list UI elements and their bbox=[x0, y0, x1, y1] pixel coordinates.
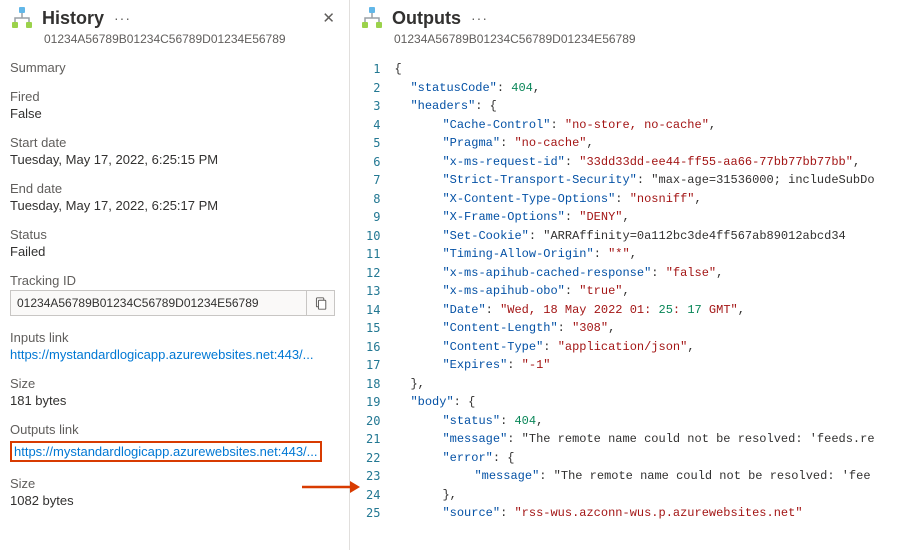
more-icon[interactable]: ··· bbox=[471, 10, 488, 26]
inputs-size-label: Size bbox=[10, 376, 335, 391]
copy-button[interactable] bbox=[306, 291, 334, 315]
end-date-label: End date bbox=[10, 181, 335, 196]
more-icon[interactable]: ··· bbox=[114, 10, 131, 26]
tracking-id-input[interactable] bbox=[11, 296, 306, 310]
inputs-link[interactable]: https://mystandardlogicapp.azurewebsites… bbox=[10, 347, 314, 362]
outputs-size-label: Size bbox=[10, 476, 335, 491]
history-run-id: 01234A56789B01234C56789D01234E56789 bbox=[44, 32, 335, 46]
status-label: Status bbox=[10, 227, 335, 242]
outputs-size-value: 1082 bytes bbox=[10, 493, 335, 508]
outputs-run-id: 01234A56789B01234C56789D01234E56789 bbox=[394, 32, 910, 46]
outputs-link-label: Outputs link bbox=[10, 422, 335, 437]
outputs-panel: Outputs ··· 01234A56789B01234C56789D0123… bbox=[350, 0, 910, 550]
end-date-value: Tuesday, May 17, 2022, 6:25:17 PM bbox=[10, 198, 335, 213]
inputs-size-value: 181 bytes bbox=[10, 393, 335, 408]
tracking-id-row bbox=[10, 290, 335, 316]
copy-icon bbox=[314, 297, 327, 310]
outputs-link-highlight: https://mystandardlogicapp.azurewebsites… bbox=[10, 441, 322, 462]
summary-label: Summary bbox=[10, 60, 335, 75]
fired-value: False bbox=[10, 106, 335, 121]
history-header: History ··· ✕ bbox=[10, 6, 335, 30]
start-date-label: Start date bbox=[10, 135, 335, 150]
logic-app-icon bbox=[360, 6, 384, 30]
tracking-id-label: Tracking ID bbox=[10, 273, 335, 288]
close-icon[interactable]: ✕ bbox=[322, 9, 335, 27]
outputs-link[interactable]: https://mystandardlogicapp.azurewebsites… bbox=[14, 444, 318, 459]
logic-app-icon bbox=[10, 6, 34, 30]
status-value: Failed bbox=[10, 244, 335, 259]
line-gutter: 1234567891011121314151617181920212223242… bbox=[360, 60, 392, 523]
code-content[interactable]: {"statusCode": 404,"headers": {"Cache-Co… bbox=[392, 60, 874, 523]
json-editor[interactable]: 1234567891011121314151617181920212223242… bbox=[360, 60, 910, 523]
start-date-value: Tuesday, May 17, 2022, 6:25:15 PM bbox=[10, 152, 335, 167]
inputs-link-label: Inputs link bbox=[10, 330, 335, 345]
history-panel: History ··· ✕ 01234A56789B01234C56789D01… bbox=[0, 0, 350, 550]
history-title: History bbox=[42, 8, 104, 29]
fired-label: Fired bbox=[10, 89, 335, 104]
outputs-title: Outputs bbox=[392, 8, 461, 29]
outputs-header: Outputs ··· bbox=[360, 6, 910, 30]
